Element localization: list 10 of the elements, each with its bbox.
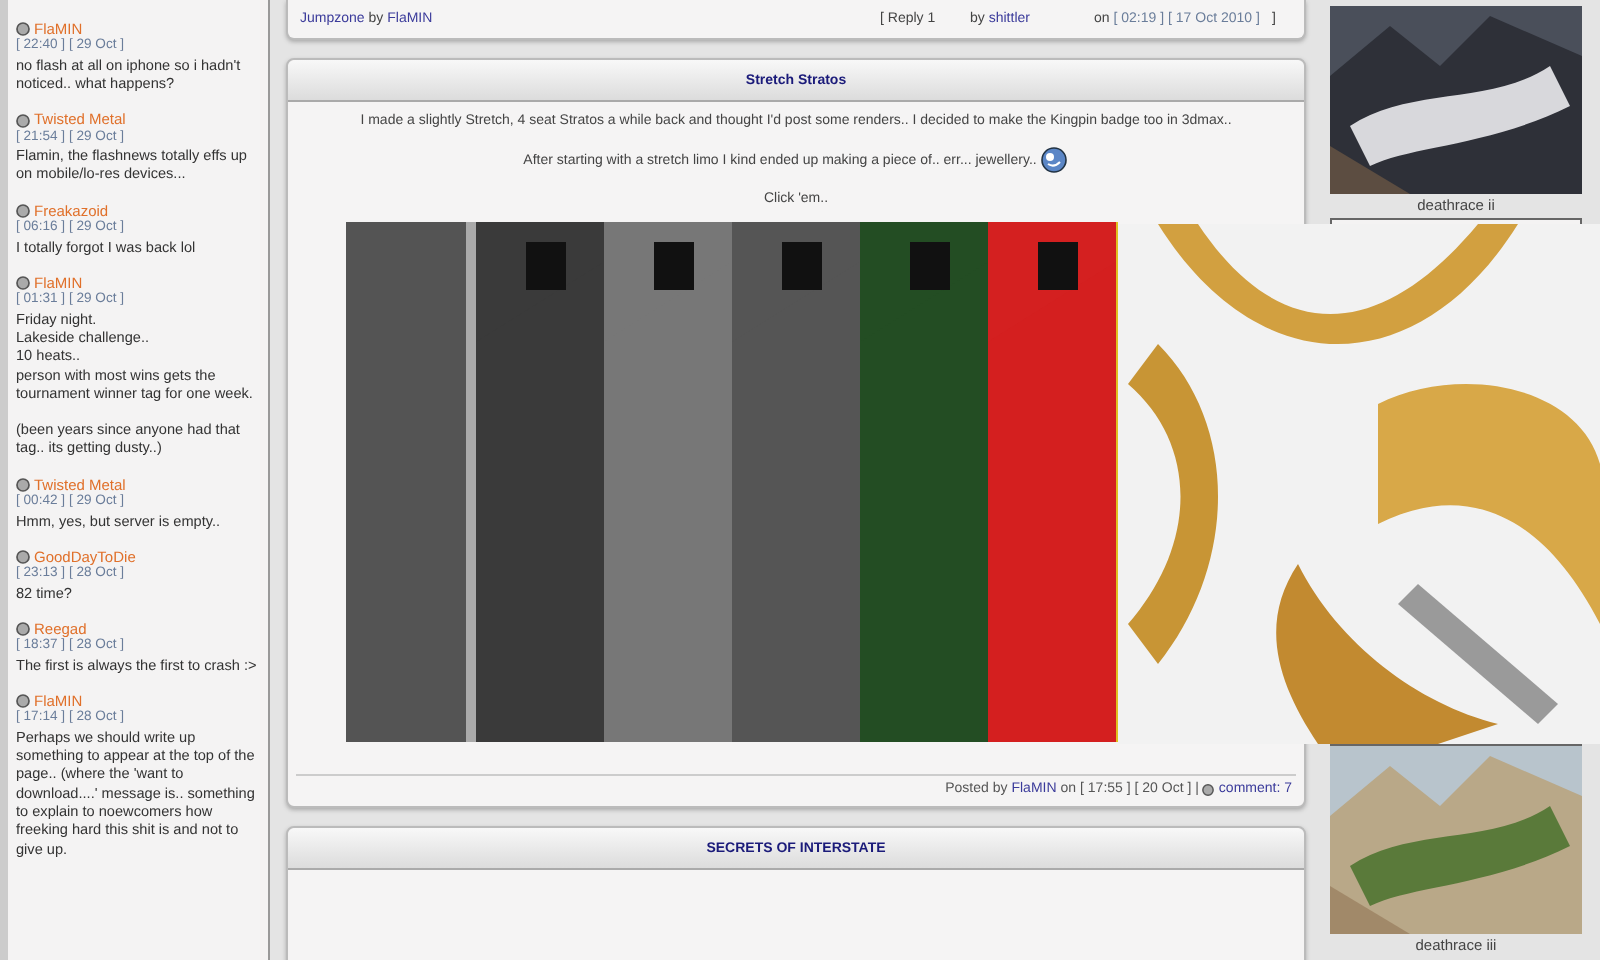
bullet-icon	[1202, 783, 1215, 795]
bullet-icon	[16, 203, 30, 218]
smiley-icon	[1040, 146, 1069, 174]
bullet-icon	[16, 477, 30, 492]
bullet-icon	[16, 622, 30, 637]
bullet-icon	[16, 113, 30, 128]
bullet-icon	[16, 276, 30, 291]
bullet-icon	[16, 22, 30, 37]
bullet-icon	[16, 549, 30, 564]
bullet-icon	[16, 694, 30, 709]
